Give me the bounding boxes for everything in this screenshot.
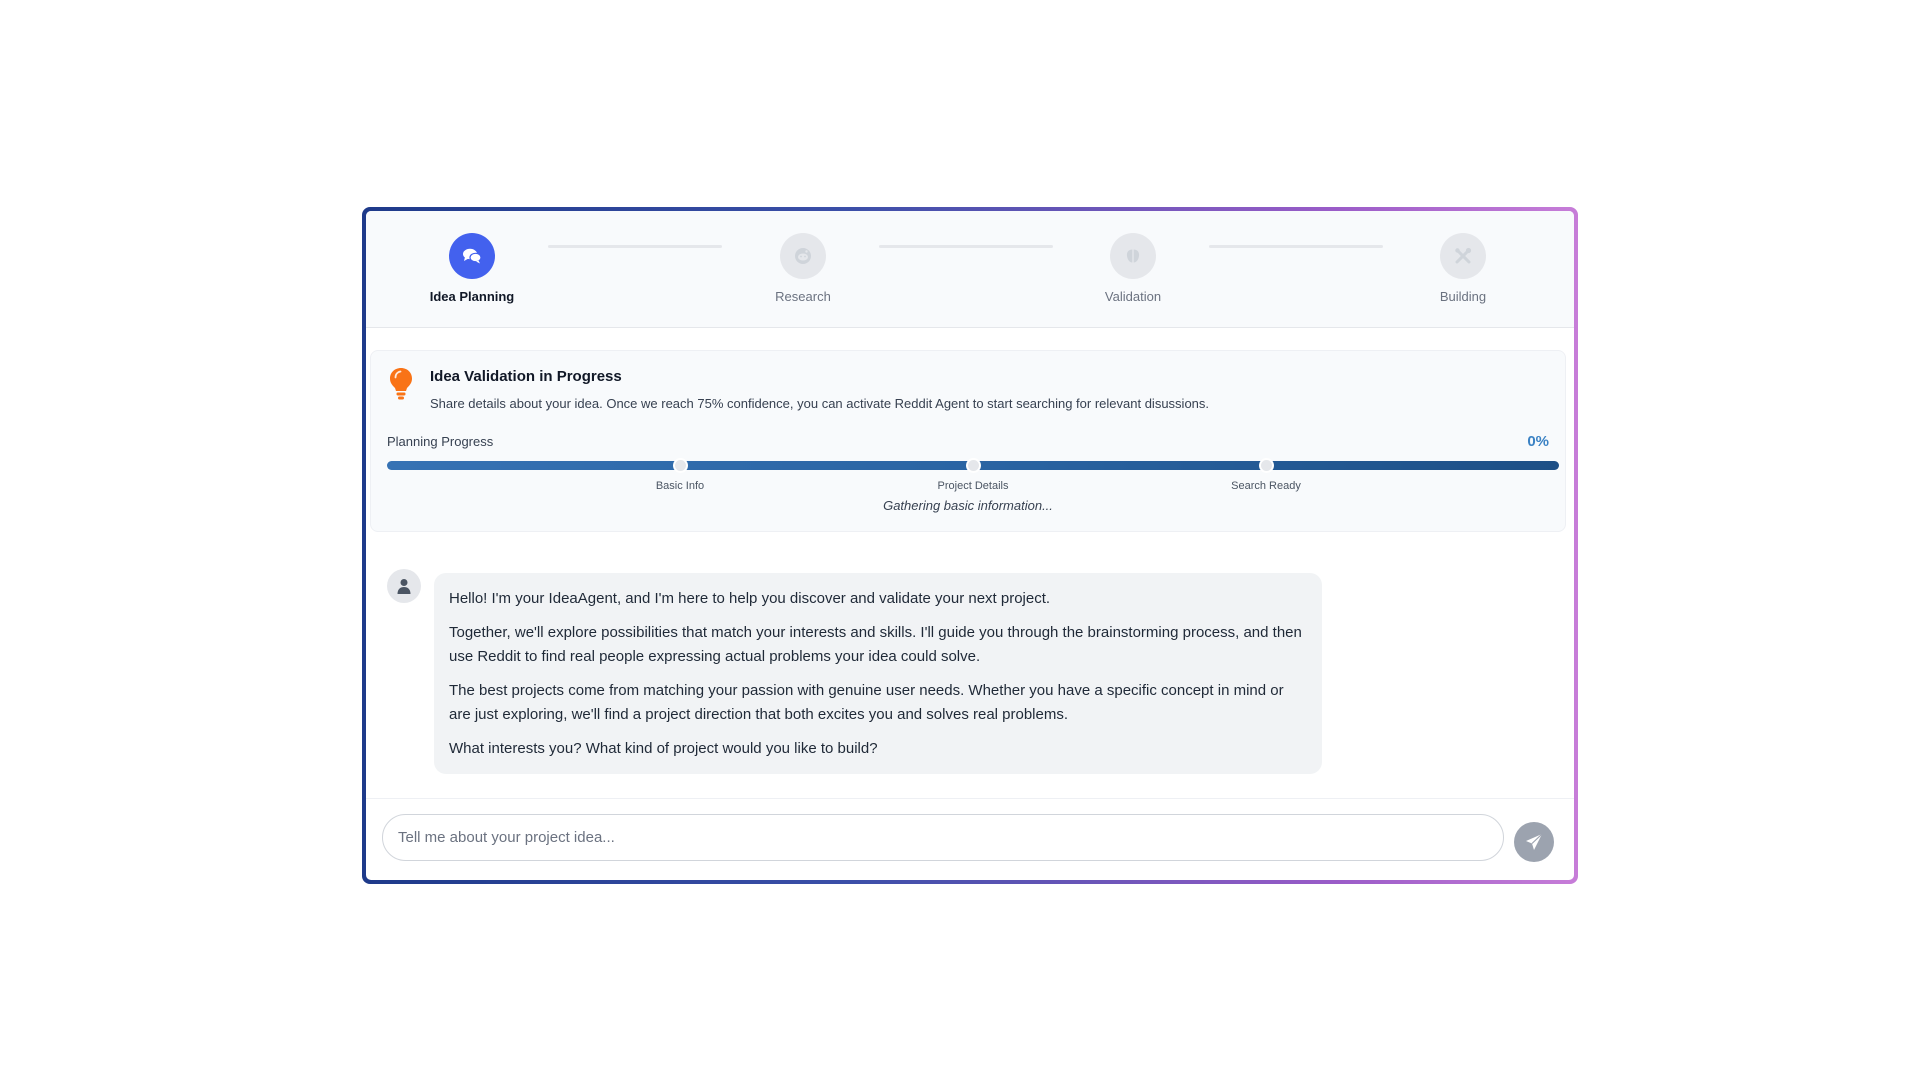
tools-icon (1440, 233, 1486, 279)
agent-message-bubble: Hello! I'm your IdeaAgent, and I'm here … (434, 573, 1322, 774)
step-label: Idea Planning (429, 289, 515, 304)
progress-status-text: Gathering basic information... (883, 498, 1053, 513)
milestone-label: Project Details (937, 480, 1009, 492)
milestone-marker (673, 458, 688, 473)
send-button[interactable] (1514, 822, 1554, 862)
planning-progress-label: Planning Progress (387, 434, 494, 449)
step-validation[interactable]: Validation (1063, 233, 1203, 304)
reddit-icon (780, 233, 826, 279)
step-label: Research (775, 289, 831, 304)
chat-bubbles-icon (449, 233, 495, 279)
user-icon (387, 569, 421, 603)
validation-description: Share details about your idea. Once we r… (430, 396, 1210, 411)
step-research[interactable]: Research (733, 233, 873, 304)
paper-plane-icon (1526, 833, 1543, 850)
step-building[interactable]: Building (1393, 233, 1533, 304)
milestone-label: Basic Info (655, 480, 705, 492)
project-idea-input[interactable] (382, 814, 1504, 861)
step-connector (879, 245, 1053, 248)
brain-icon (1110, 233, 1156, 279)
validation-status-card: Idea Validation in Progress Share detail… (370, 350, 1566, 532)
message-paragraph: Hello! I'm your IdeaAgent, and I'm here … (449, 590, 1051, 607)
milestone-label: Search Ready (1231, 480, 1301, 492)
step-connector (548, 245, 722, 248)
lightbulb-icon (389, 367, 413, 406)
planning-progress-bar (387, 458, 1559, 473)
message-paragraph: What interests you? What kind of project… (449, 740, 878, 757)
app-frame: Idea Planning Research Validation Buildi… (362, 207, 1578, 884)
step-connector (1209, 245, 1383, 248)
validation-title: Idea Validation in Progress (430, 368, 622, 385)
milestone-marker (1259, 458, 1274, 473)
message-paragraph: The best projects come from matching you… (449, 682, 1284, 723)
step-idea-planning[interactable]: Idea Planning (402, 233, 542, 304)
milestone-marker (966, 458, 981, 473)
step-label: Validation (1104, 289, 1162, 304)
workflow-stepper: Idea Planning Research Validation Buildi… (366, 211, 1574, 328)
planning-progress-value: 0% (1527, 433, 1549, 450)
message-paragraph: Together, we'll explore possibilities th… (449, 624, 1302, 665)
step-label: Building (1439, 289, 1487, 304)
chat-input-area (366, 798, 1574, 880)
agent-panel: Idea Planning Research Validation Buildi… (366, 211, 1574, 880)
